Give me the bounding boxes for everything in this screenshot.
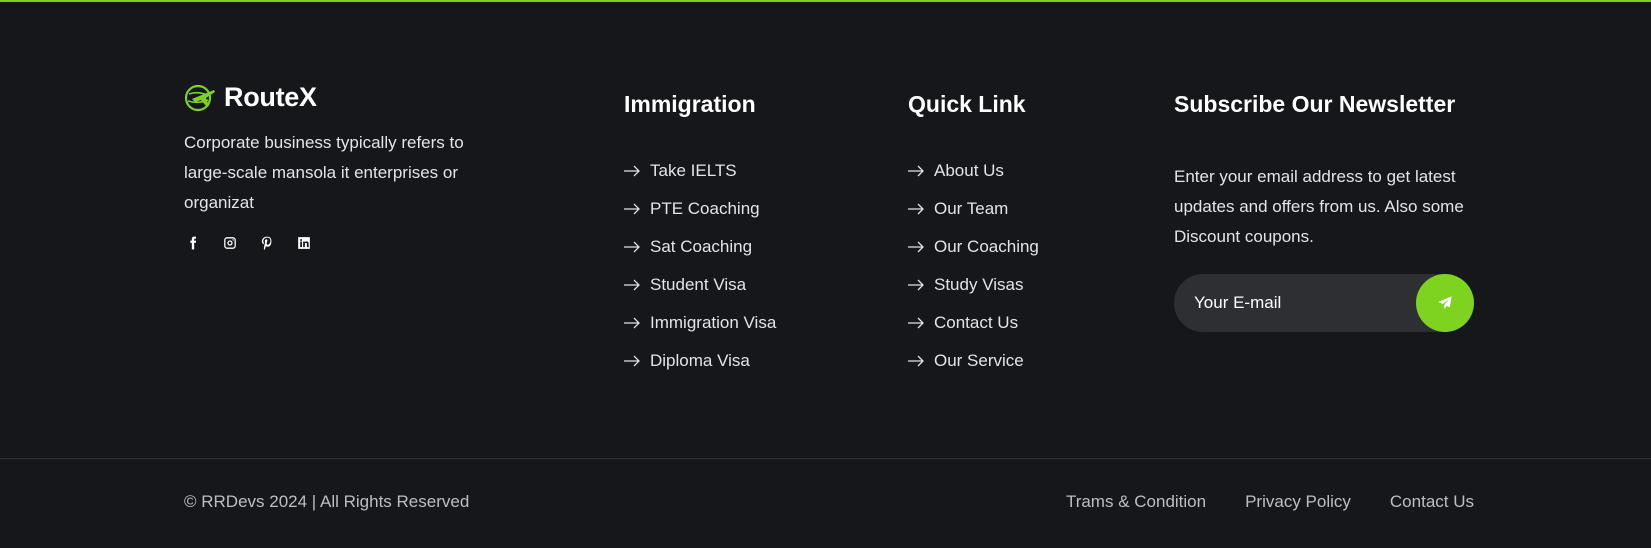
immigration-link-student-visa[interactable]: Student Visa bbox=[624, 266, 776, 304]
quick-link-contact-us[interactable]: Contact Us bbox=[908, 304, 1039, 342]
pinterest-icon[interactable] bbox=[258, 234, 275, 251]
immigration-links: Take IELTS PTE Coaching Sat Coaching Stu… bbox=[624, 152, 776, 380]
facebook-icon[interactable] bbox=[184, 234, 201, 251]
link-label: Take IELTS bbox=[650, 161, 737, 180]
copyright-text: © RRDevs 2024 | All Rights Reserved bbox=[184, 492, 470, 511]
link-label: Our Team bbox=[934, 199, 1009, 218]
quick-link-our-team[interactable]: Our Team bbox=[908, 190, 1039, 228]
immigration-title: Immigration bbox=[624, 91, 756, 117]
immigration-column: Immigration Take IELTS PTE Coaching Sat … bbox=[624, 90, 776, 380]
link-label: Student Visa bbox=[650, 275, 747, 294]
newsletter-column: Subscribe Our Newsletter Enter your emai… bbox=[1174, 90, 1474, 332]
arrow-right-icon bbox=[624, 203, 640, 215]
arrow-right-icon bbox=[624, 279, 640, 291]
immigration-link-pte-coaching[interactable]: PTE Coaching bbox=[624, 190, 776, 228]
arrow-right-icon bbox=[908, 317, 924, 329]
link-label: Diploma Visa bbox=[650, 351, 750, 370]
arrow-right-icon bbox=[908, 241, 924, 253]
arrow-right-icon bbox=[908, 203, 924, 215]
newsletter-description: Enter your email address to get latest u… bbox=[1174, 167, 1464, 246]
link-label: Study Visas bbox=[934, 275, 1024, 294]
link-label: Our Coaching bbox=[934, 237, 1039, 256]
arrow-right-icon bbox=[624, 241, 640, 253]
immigration-link-sat-coaching[interactable]: Sat Coaching bbox=[624, 228, 776, 266]
footer: RouteX Corporate business typically refe… bbox=[0, 0, 1651, 458]
arrow-right-icon bbox=[908, 355, 924, 367]
privacy-policy-link[interactable]: Privacy Policy bbox=[1245, 492, 1351, 512]
quick-links: About Us Our Team Our Coaching Study Vis… bbox=[908, 152, 1039, 380]
brand-name: RouteX bbox=[224, 81, 317, 112]
plane-globe-logo-icon bbox=[184, 81, 216, 113]
immigration-link-take-ielts[interactable]: Take IELTS bbox=[624, 152, 776, 190]
link-label: Immigration Visa bbox=[650, 313, 777, 332]
link-label: About Us bbox=[934, 161, 1004, 180]
send-icon bbox=[1438, 296, 1452, 309]
quick-link-column: Quick Link About Us Our Team Our Coachin… bbox=[908, 90, 1039, 380]
linkedin-icon[interactable] bbox=[295, 234, 312, 251]
link-label: Our Service bbox=[934, 351, 1024, 370]
arrow-right-icon bbox=[624, 317, 640, 329]
brand-description: Corporate business typically refers to l… bbox=[184, 133, 464, 212]
logo[interactable]: RouteX bbox=[184, 80, 514, 114]
quick-link-study-visas[interactable]: Study Visas bbox=[908, 266, 1039, 304]
social-links bbox=[184, 234, 514, 251]
contact-us-link[interactable]: Contact Us bbox=[1390, 492, 1474, 512]
footer-bottom-bar: © RRDevs 2024 | All Rights Reserved Tram… bbox=[0, 459, 1651, 548]
legal-links: Trams & Condition Privacy Policy Contact… bbox=[1066, 492, 1474, 512]
link-label: PTE Coaching bbox=[650, 199, 760, 218]
quick-link-about-us[interactable]: About Us bbox=[908, 152, 1039, 190]
terms-link[interactable]: Trams & Condition bbox=[1066, 492, 1206, 512]
immigration-link-diploma-visa[interactable]: Diploma Visa bbox=[624, 342, 776, 380]
newsletter-title: Subscribe Our Newsletter bbox=[1174, 91, 1456, 117]
link-label: Contact Us bbox=[934, 313, 1019, 332]
quick-link-our-coaching[interactable]: Our Coaching bbox=[908, 228, 1039, 266]
newsletter-form bbox=[1174, 274, 1474, 332]
email-input[interactable] bbox=[1174, 274, 1414, 332]
link-label: Sat Coaching bbox=[650, 237, 753, 256]
instagram-icon[interactable] bbox=[221, 234, 238, 251]
immigration-link-immigration-visa[interactable]: Immigration Visa bbox=[624, 304, 776, 342]
arrow-right-icon bbox=[624, 355, 640, 367]
arrow-right-icon bbox=[908, 279, 924, 291]
arrow-right-icon bbox=[624, 165, 640, 177]
quick-link-our-service[interactable]: Our Service bbox=[908, 342, 1039, 380]
arrow-right-icon bbox=[908, 165, 924, 177]
quick-link-title: Quick Link bbox=[908, 91, 1026, 117]
brand-block: RouteX Corporate business typically refe… bbox=[184, 80, 514, 251]
subscribe-button[interactable] bbox=[1416, 274, 1474, 332]
